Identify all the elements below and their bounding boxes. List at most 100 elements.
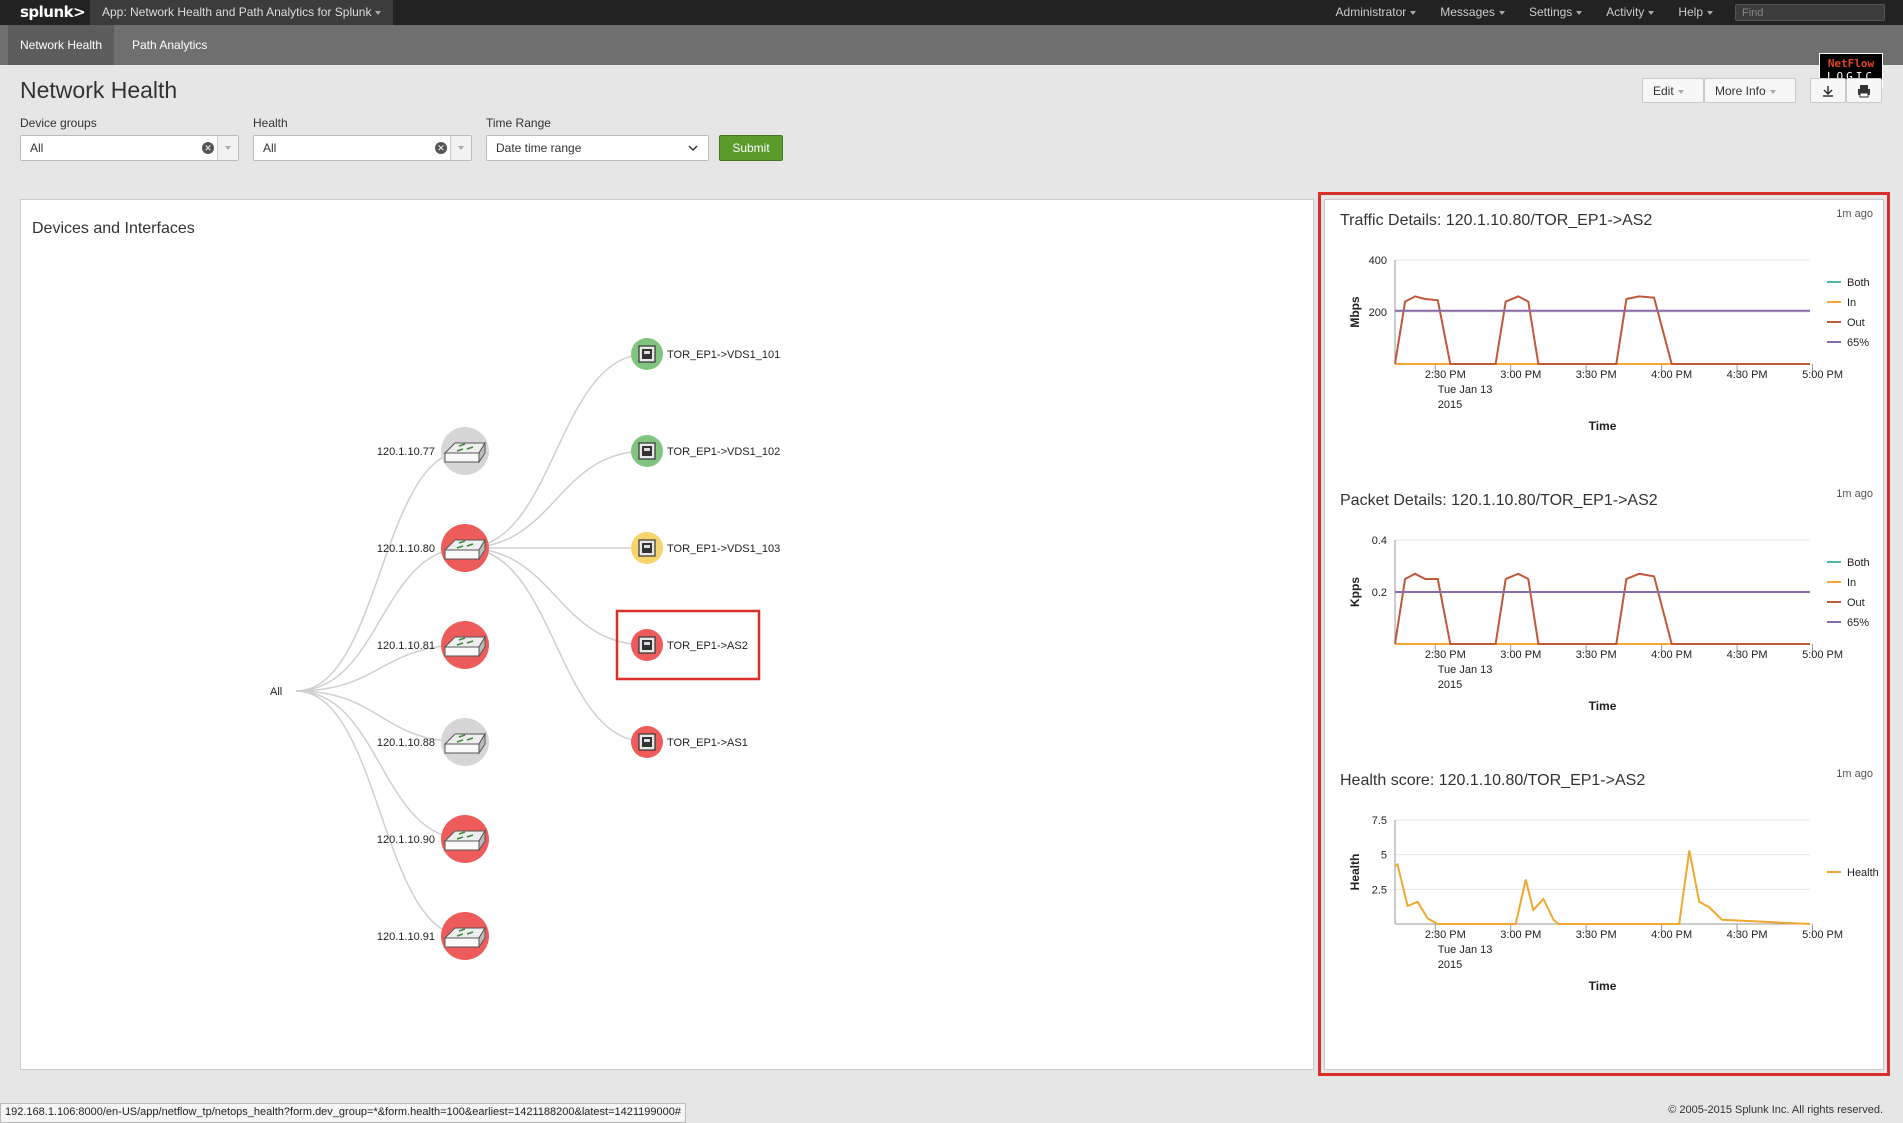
menu-messages-label: Messages [1440,5,1495,19]
tree-link [295,690,466,743]
port-pins [644,642,650,645]
chevron-down-icon [1769,89,1776,94]
device-label: 120.1.10.80 [377,543,435,555]
legend-item[interactable]: In [1827,577,1856,589]
legend-item[interactable]: Both [1827,557,1870,569]
legend-item[interactable]: Both [1827,277,1870,289]
device-node[interactable]: 120.1.10.80 [377,524,489,572]
device-node[interactable]: 120.1.10.90 [377,815,489,863]
port-pins [644,545,650,548]
health-chart-panel: Health score: 120.1.10.80/TOR_EP1->AS2 1… [1325,760,1883,1040]
splunk-logo[interactable]: splunk> [20,3,86,21]
export-button[interactable] [1810,78,1846,103]
menu-activity-label: Activity [1606,5,1645,19]
interface-node[interactable]: TOR_EP1->VDS1_102 [631,435,780,467]
tree-link [464,450,648,549]
status-url: 192.168.1.106:8000/en-US/app/netflow_tp/… [0,1103,687,1123]
device-tree: All 120.1.10.77 120.1.10.80 120.1.10.81 120.… [270,338,780,960]
legend-label: Out [1847,597,1865,609]
menu-activity[interactable]: Activity [1594,0,1666,25]
packet-chart-age: 1m ago [1836,488,1873,500]
device-node[interactable]: 120.1.10.91 [377,912,489,960]
interface-node[interactable]: TOR_EP1->VDS1_101 [631,338,780,370]
device-groups-select[interactable]: All ✕ [20,135,239,161]
edit-button-label: Edit [1653,84,1674,98]
traffic-chart: 200 400 2:30 PM 3:00 PM 3:30 PM 4:00 PM 4:30 P… [1348,255,1870,433]
switch-front [444,452,480,463]
x-tick-sublabel: Tue Jan 13 [1438,384,1493,396]
series-line [1394,295,1810,365]
dropdown-toggle[interactable] [450,136,471,160]
x-tick-label: 4:00 PM [1651,649,1692,661]
x-tick-label: 4:30 PM [1727,929,1768,941]
x-tick-label: 4:30 PM [1727,369,1768,381]
x-tick-label: 5:00 PM [1802,649,1843,661]
menu-administrator[interactable]: Administrator [1324,0,1429,25]
x-tick-label: 2:30 PM [1425,649,1466,661]
interface-node[interactable]: TOR_EP1->AS2 [615,609,761,681]
clear-icon[interactable]: ✕ [202,142,214,154]
legend-label: In [1847,297,1856,309]
legend-item[interactable]: 65% [1827,617,1869,629]
x-axis-title: Time [1589,979,1617,993]
more-info-button[interactable]: More Info [1704,78,1796,103]
health-value: All [263,141,277,155]
health-chart: 2.5 5 7.5 2:30 PM 3:00 PM 3:30 PM 4:00 PM 4:30 … [1348,815,1879,993]
legend-item[interactable]: Out [1827,317,1865,329]
menu-help[interactable]: Help [1666,0,1725,25]
switch-front [444,646,480,657]
submit-button[interactable]: Submit [719,135,783,161]
legend-label: Both [1847,557,1870,569]
x-tick-sublabel: Tue Jan 13 [1438,664,1493,676]
gridlines [1395,259,1810,313]
devices-interfaces-panel: Devices and Interfaces All 120.1.10.77 120… [20,199,1314,1070]
interface-label: TOR_EP1->VDS1_102 [667,446,780,458]
y-tick-label: 0.2 [1372,587,1387,599]
tree-link [464,353,648,549]
x-tick-label: 5:00 PM [1802,369,1843,381]
legend-item[interactable]: 65% [1827,337,1869,349]
y-tick-label: 0.4 [1372,535,1387,547]
device-label: 120.1.10.90 [377,834,435,846]
interface-label: TOR_EP1->VDS1_101 [667,349,780,361]
x-tick-label: 3:30 PM [1576,649,1617,661]
x-tick-label: 5:00 PM [1802,929,1843,941]
legend-item[interactable]: Out [1827,597,1865,609]
port-icon [638,636,656,654]
edit-button[interactable]: Edit [1642,78,1704,103]
time-range-picker[interactable]: Date time range [486,135,709,161]
interface-node[interactable]: TOR_EP1->AS1 [631,726,748,758]
x-tick-sublabel: 2015 [1438,399,1462,411]
tree-link [464,547,648,646]
x-tick-label: 2:30 PM [1425,369,1466,381]
tab-path-analytics[interactable]: Path Analytics [120,25,219,65]
packet-chart: 0.2 0.4 2:30 PM 3:00 PM 3:30 PM 4:00 PM 4:30 P… [1348,535,1870,713]
clear-icon[interactable]: ✕ [435,142,447,154]
x-tick-sublabel: 2015 [1438,959,1462,971]
legend-item[interactable]: Health [1827,867,1879,879]
find-input[interactable]: Find [1735,4,1885,21]
chevron-down-icon [1410,10,1417,15]
app-menu[interactable]: App: Network Health and Path Analytics f… [90,0,394,25]
menu-administrator-label: Administrator [1335,5,1407,19]
legend-label: Health [1847,867,1879,879]
device-node[interactable]: 120.1.10.77 [377,427,489,475]
x-tick-label: 4:30 PM [1727,649,1768,661]
menu-settings[interactable]: Settings [1517,0,1594,25]
tab-network-health[interactable]: Network Health [8,25,115,65]
legend-label: 65% [1847,337,1869,349]
y-tick-label: 400 [1369,255,1387,267]
y-tick-label: 200 [1369,307,1387,319]
y-axis-title: Kpps [1348,577,1362,607]
dropdown-toggle[interactable] [217,136,238,160]
device-node[interactable]: 120.1.10.88 [377,718,489,766]
x-tick-sublabel: 2015 [1438,679,1462,691]
health-select[interactable]: All ✕ [253,135,472,161]
legend-item[interactable]: In [1827,297,1856,309]
time-range-value: Date time range [496,141,582,155]
y-tick-label: 7.5 [1372,815,1387,827]
menu-messages[interactable]: Messages [1428,0,1517,25]
print-button[interactable] [1846,78,1882,103]
interface-node[interactable]: TOR_EP1->VDS1_103 [631,532,780,564]
traffic-chart-age: 1m ago [1836,208,1873,220]
